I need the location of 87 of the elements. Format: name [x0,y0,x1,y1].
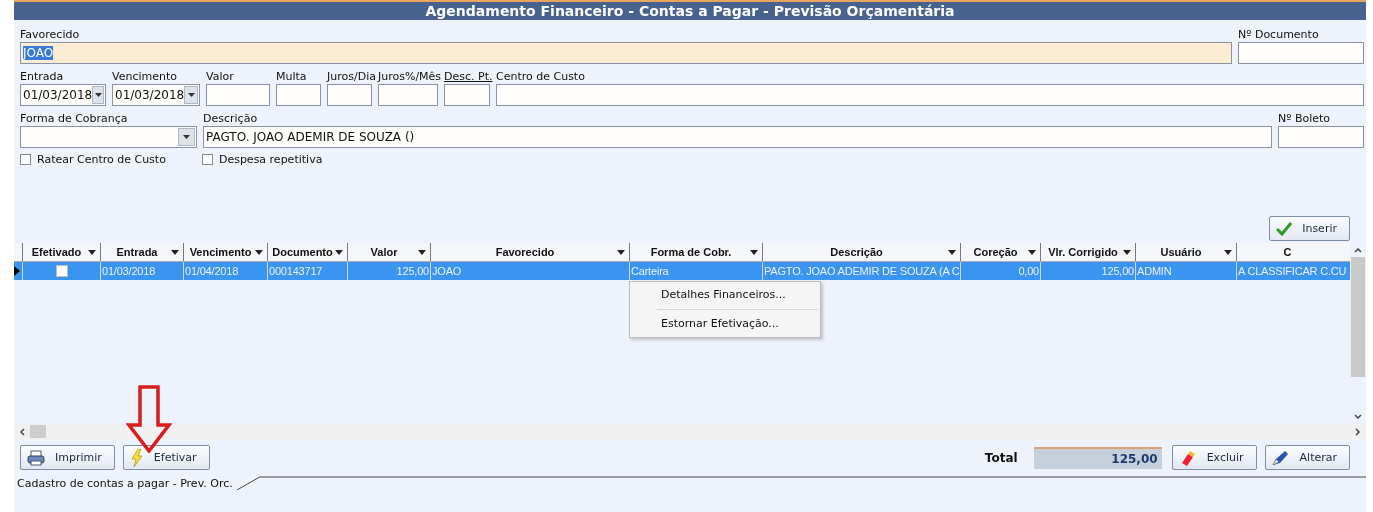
table-cell: 01/03/2018 [102,265,156,277]
table-cell: Carteira [631,265,669,277]
execute-button[interactable]: Efetivar [122,445,210,470]
dropdown-field[interactable]: 01/03/2018 [112,84,200,106]
field-label: Juros%/Mês [378,70,442,84]
dropdown-arrow-icon[interactable] [1224,250,1232,255]
dropdown-arrow-icon[interactable] [418,250,426,255]
table-cell: 125,00 [396,265,429,277]
scroll-down-icon[interactable] [1354,413,1362,421]
total-label: Total [984,450,1018,465]
field-label: Desc. Pt. [444,70,493,84]
table-cell: A CLASSIFICAR C.CU [1238,265,1347,277]
column-header[interactable]: Vencimento [183,243,267,261]
printer-icon [27,449,45,466]
insert-button[interactable]: Inserir [1269,216,1350,241]
column-header[interactable]: Favorecido [430,243,629,261]
checkbox[interactable]: Ratear Centro de Custo [20,153,166,166]
field-value: PAGTO. JOAO ADEMIR DE SOUZA () [206,130,416,144]
input-field[interactable]: JOAO [20,42,1232,64]
column-header[interactable]: Forma de Cobr. [629,243,762,261]
checkbox[interactable]: Despesa repetitiva [201,153,323,166]
column-header[interactable]: Usuário [1135,243,1236,261]
column-header[interactable]: Efetivado [22,243,100,261]
field-label: Descrição [203,112,258,126]
window-title: Agendamento Financeiro - Contas a Pagar - Previsão Orçamentária [14,2,1366,20]
dropdown-arrow-icon[interactable] [750,250,758,255]
dropdown-arrow-icon[interactable] [88,250,96,255]
input-field[interactable] [444,84,490,106]
table-cell: 000143717 [269,265,323,277]
table-cell: PAGTO. JOAO ADEMIR DE SOUZA (A C [764,265,960,277]
input-field[interactable]: PAGTO. JOAO ADEMIR DE SOUZA () [203,126,1272,148]
checkbox[interactable] [55,265,68,277]
table-cell: JOAO [432,265,462,277]
field-label: Entrada [20,70,64,84]
dropdown-arrow-icon[interactable] [1028,250,1036,255]
field-label: Nº Boleto [1278,112,1331,126]
field-label: Juros/Dia [327,70,376,84]
column-header[interactable]: Entrada [100,243,183,261]
total-field: 125,00 [1033,446,1162,469]
dropdown-arrow-icon[interactable] [171,250,179,255]
checkmark-icon [1276,221,1293,236]
column-header[interactable]: Coreção [960,243,1040,261]
table-cell: 125,00 [1101,265,1134,277]
input-field[interactable] [206,84,270,106]
input-field[interactable] [1238,42,1364,64]
horizontal-scrollbar[interactable] [14,424,1366,439]
pen-icon [1271,449,1290,466]
field-label: Vencimento [112,70,177,84]
scroll-right-icon[interactable] [1354,427,1362,436]
table-cell: 0,00 [1018,265,1039,277]
input-field[interactable] [1278,126,1364,148]
input-field[interactable] [496,84,1364,106]
column-header[interactable]: Descrição [762,243,960,261]
dropdown-arrow-icon[interactable] [255,250,263,255]
lightning-icon [129,448,144,467]
column-header[interactable]: C [1236,243,1348,261]
edit-button[interactable]: Alterar [1264,445,1350,470]
input-field[interactable] [276,84,321,106]
dropdown-arrow-icon[interactable] [948,250,956,255]
dropdown-field[interactable]: 01/03/2018 [20,84,106,106]
menu-item[interactable]: Detalhes Financeiros... [630,285,820,305]
dropdown-arrow-icon[interactable] [335,250,343,255]
column-header[interactable]: Valor [347,243,430,261]
field-label: Multa [276,70,307,84]
field-label: Centro de Custo [496,70,585,84]
row-pointer-icon [14,266,20,276]
field-label: Nº Documento [1238,28,1319,42]
dropdown-arrow-icon[interactable] [617,250,625,255]
scrollbar-thumb[interactable] [1351,257,1365,377]
menu-item[interactable]: Estornar Efetivação... [630,314,820,334]
scroll-up-icon[interactable] [1354,246,1362,254]
field-label: Valor [206,70,234,84]
field-label: Forma de Cobrança [20,112,128,126]
dropdown-field[interactable] [20,126,197,148]
column-header[interactable]: Documento [267,243,347,261]
table-cell: 01/04/2018 [185,265,239,277]
scroll-left-icon[interactable] [18,427,26,436]
dropdown-arrow-icon[interactable] [1123,250,1131,255]
field-label: Favorecido [20,28,80,42]
table-cell: ADMIN [1137,265,1172,277]
column-header[interactable]: Vlr. Corrigido [1040,243,1135,261]
delete-button[interactable]: Excluir [1171,445,1257,470]
down-arrow [126,385,172,453]
input-field[interactable] [378,84,438,106]
print-button[interactable]: Imprimir [20,445,115,470]
input-field[interactable] [327,84,372,106]
scrollbar-thumb[interactable] [30,425,46,438]
